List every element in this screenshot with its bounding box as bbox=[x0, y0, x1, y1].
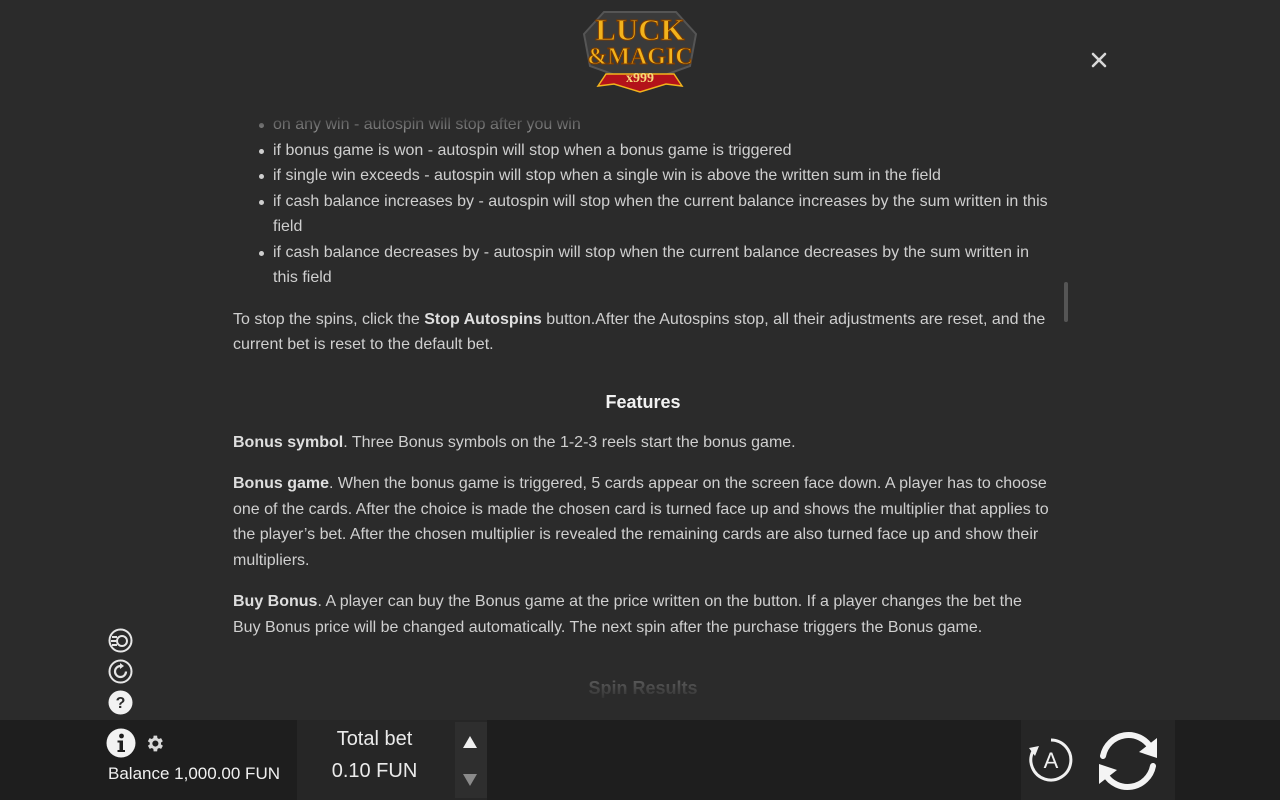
settings-button[interactable] bbox=[144, 733, 165, 754]
turbo-icon bbox=[108, 628, 133, 653]
close-icon bbox=[1091, 52, 1107, 68]
logo-line1: LUCK bbox=[595, 12, 685, 47]
bonus-game-paragraph: Bonus game. When the bonus game is trigg… bbox=[233, 471, 1053, 573]
info-button[interactable] bbox=[106, 728, 136, 758]
gear-icon bbox=[147, 735, 163, 752]
list-item: if bonus game is won - autospin will sto… bbox=[259, 138, 1053, 164]
autoplay-icon: A bbox=[1029, 738, 1073, 782]
balance-display: Balance 1,000.00 FUN bbox=[108, 764, 280, 783]
spin-results-heading: Spin Results bbox=[588, 678, 698, 698]
paragraph-text: . Three Bonus symbols on the 1-2-3 reels… bbox=[343, 433, 796, 451]
logo-image: LUCK &MAGIC x999 bbox=[582, 11, 698, 93]
paragraph-text: . A player can buy the Bonus game at the… bbox=[233, 593, 1022, 636]
help-button[interactable]: ? bbox=[108, 690, 133, 715]
total-bet-value: 0.10 FUN bbox=[331, 760, 418, 782]
spin-icon bbox=[1099, 732, 1157, 790]
logo-line2: &MAGIC bbox=[587, 44, 692, 70]
buy-bonus-term: Buy Bonus bbox=[233, 593, 318, 610]
help-icon: ? bbox=[108, 690, 133, 715]
bonus-game-term: Bonus game bbox=[233, 475, 330, 492]
paragraph-text: . When the bonus game is triggered, 5 ca… bbox=[233, 475, 1049, 569]
autoplay-button[interactable]: A bbox=[1027, 736, 1075, 784]
autospin-stop-conditions-list: on any win - autospin will stop after yo… bbox=[233, 112, 1053, 291]
spin-button[interactable] bbox=[1093, 726, 1163, 796]
list-item: on any win - autospin will stop after yo… bbox=[259, 112, 1053, 138]
features-heading: Features bbox=[605, 391, 681, 412]
increase-bet-button[interactable] bbox=[461, 734, 479, 750]
arrow-down-icon bbox=[463, 774, 477, 786]
history-button[interactable] bbox=[108, 659, 133, 684]
rules-content[interactable]: on any win - autospin will stop after yo… bbox=[233, 112, 1053, 702]
history-icon bbox=[108, 659, 133, 684]
svg-text:?: ? bbox=[116, 695, 126, 712]
buy-bonus-paragraph: Buy Bonus. A player can buy the Bonus ga… bbox=[233, 589, 1053, 640]
list-item: if cash balance decreases by - autospin … bbox=[259, 240, 1053, 291]
turbo-button[interactable] bbox=[108, 628, 133, 653]
bonus-symbol-term: Bonus symbol bbox=[233, 433, 344, 451]
stop-autospins-paragraph: To stop the spins, click the Stop Autosp… bbox=[233, 307, 1053, 358]
bonus-symbol-paragraph: Bonus symbol. Three Bonus symbols on the… bbox=[233, 430, 1053, 456]
logo-badge: x999 bbox=[626, 71, 654, 86]
decrease-bet-button[interactable] bbox=[461, 772, 479, 788]
game-logo: LUCK &MAGIC x999 bbox=[570, 4, 710, 96]
stop-autospins-term: Stop Autospins bbox=[424, 310, 542, 328]
list-item: if single win exceeds - autospin will st… bbox=[259, 163, 1053, 189]
svg-text:A: A bbox=[1044, 748, 1059, 773]
arrow-up-icon bbox=[463, 736, 477, 748]
list-item: if cash balance increases by - autospin … bbox=[259, 189, 1053, 240]
info-icon bbox=[106, 728, 136, 758]
content-scrollbar[interactable] bbox=[1064, 282, 1068, 322]
paragraph-text: To stop the spins, click the bbox=[233, 310, 425, 328]
total-bet-label: Total bet bbox=[336, 728, 413, 750]
close-button[interactable] bbox=[1086, 47, 1112, 73]
